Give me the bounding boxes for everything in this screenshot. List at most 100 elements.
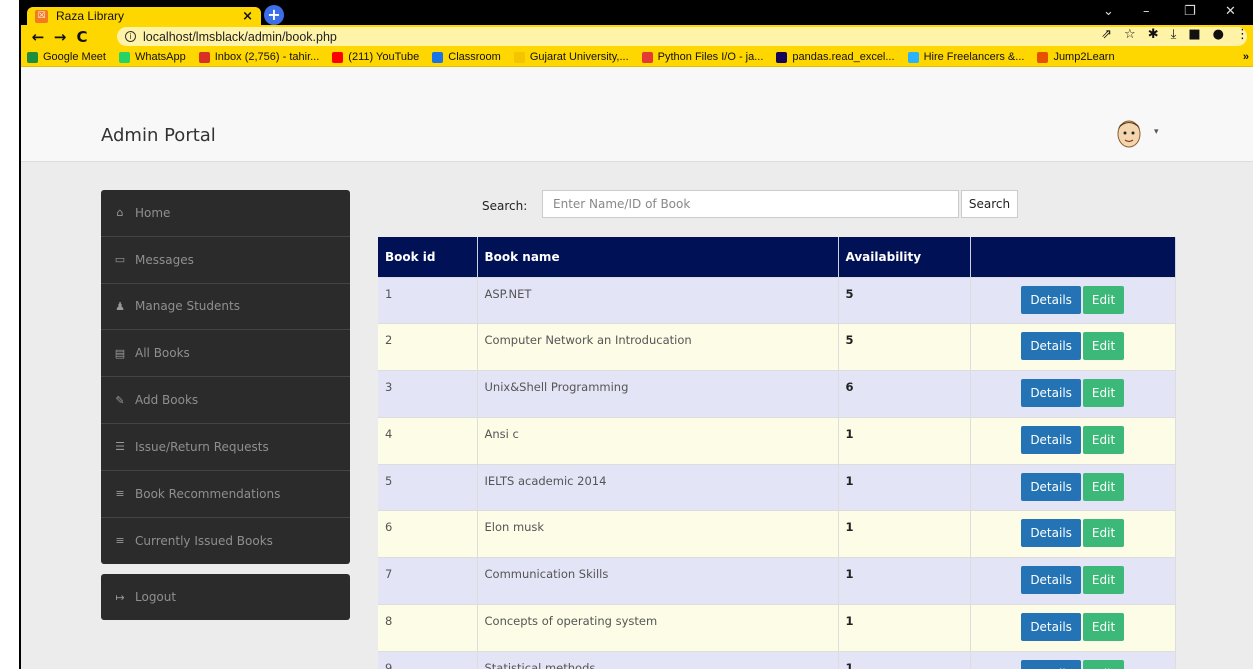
cell-book-id: 4 [378, 416, 478, 465]
tab-close-icon[interactable]: × [242, 9, 253, 24]
bookmark-item[interactable]: Classroom [432, 51, 501, 63]
table-row: 6 Elon musk 1 Details Edit [378, 510, 1176, 558]
bookmark-item[interactable]: pandas.read_excel... [776, 51, 895, 63]
bookmark-label: (211) YouTube [348, 51, 420, 63]
profile-icon[interactable]: ● [1213, 27, 1224, 42]
details-button[interactable]: Details [1021, 659, 1081, 669]
bookmark-star-icon[interactable]: ☆ [1124, 27, 1136, 42]
bookmark-item[interactable]: (211) YouTube [332, 51, 419, 63]
cell-book-id: 8 [378, 604, 478, 652]
details-button[interactable]: Details [1021, 332, 1081, 361]
bookmarks-bar: Google Meet WhatsApp Inbox (2,756) - tahir… [21, 48, 1253, 67]
details-button[interactable]: Details [1021, 613, 1081, 642]
browser-toolbar: ← → C i localhost/lmsblack/admin/book.ph… [21, 25, 1253, 48]
bookmark-favicon-icon [1037, 51, 1049, 63]
bookmark-item[interactable]: Jump2Learn [1037, 51, 1115, 63]
table-row: 9Statistical methods1DetailsEdit [378, 650, 1176, 669]
forward-icon[interactable]: → [49, 28, 71, 46]
minimize-icon[interactable]: – [1143, 4, 1150, 19]
edit-button[interactable]: Edit [1082, 519, 1125, 548]
bookmark-item[interactable]: WhatsApp [118, 51, 186, 63]
edit-button[interactable]: Edit [1082, 613, 1125, 642]
cell-availability: 1 [838, 510, 971, 558]
details-button[interactable]: Details [1021, 285, 1081, 314]
table-row: 7 Communication Skills 1 Details Edit [378, 557, 1176, 605]
tab-raza-library[interactable]: ☒ Raza Library × [27, 7, 261, 25]
bookmark-favicon-icon [118, 51, 130, 63]
brand-title[interactable]: Admin Portal [101, 125, 216, 146]
back-icon[interactable]: ← [27, 28, 49, 46]
edit-button[interactable]: Edit [1082, 425, 1125, 454]
sidebar-item-manage-students[interactable]: ♟ Manage Students [101, 284, 350, 331]
browser-menu-icon[interactable]: ⋮ [1236, 27, 1249, 42]
table-row: 1 ASP.NET 5 Details Edit [378, 276, 1176, 324]
cell-book-id: 5 [378, 463, 478, 511]
new-tab-button[interactable]: + [264, 5, 284, 25]
address-url: localhost/lmsblack/admin/book.php [143, 29, 337, 44]
edit-button[interactable]: Edit [1082, 659, 1125, 669]
cell-availability: 1 [838, 416, 971, 465]
sidebar-item-issue-return-requests[interactable]: ☰ Issue/Return Requests [101, 424, 350, 471]
close-window-icon[interactable]: ✕ [1225, 4, 1236, 19]
sidebar-item-add-books[interactable]: ✎ Add Books [101, 377, 350, 424]
sidebar-item-logout[interactable]: ↦ Logout [101, 574, 350, 620]
sidebar-menu: ⌂ Home ▭ Messages ♟ Manage Students ▤ All Books… [101, 190, 350, 565]
site-info-icon[interactable]: i [125, 31, 136, 42]
cell-book-name: Elon musk [477, 510, 839, 558]
table-row: 2 Computer Network an Introducation 5 Detai… [378, 323, 1176, 371]
cell-availability: 1 [838, 557, 971, 605]
bookmark-item[interactable]: Python Files I/O - ja... [641, 51, 763, 63]
cell-actions: DetailsEdit [970, 323, 1176, 371]
search-input[interactable] [542, 190, 959, 218]
bookmark-item[interactable]: Hire Freelancers &... [907, 51, 1024, 63]
bookmark-item[interactable]: Google Meet [27, 51, 106, 63]
sidebar-item-currently-issued-books[interactable]: ≡ Currently Issued Books [101, 518, 350, 565]
cell-availability: 5 [838, 323, 971, 371]
sidebar-item-home[interactable]: ⌂ Home [101, 190, 350, 237]
downloads-icon[interactable]: ⤓ [1171, 27, 1177, 42]
sidebar-item-icon: ☰ [115, 440, 125, 454]
details-button[interactable]: Details [1021, 379, 1081, 408]
user-menu-caret-icon[interactable]: ▾ [1154, 127, 1159, 137]
bookmark-item[interactable]: Gujarat University,... [513, 51, 629, 63]
edit-button[interactable]: Edit [1082, 332, 1125, 361]
cell-book-name: Computer Network an Introducation [477, 323, 839, 371]
user-avatar-icon[interactable] [1114, 117, 1144, 149]
sidebar-item-label: Add Books [135, 393, 199, 408]
edit-button[interactable]: Edit [1082, 379, 1125, 408]
table-row: 5 IELTS academic 2014 1 Details Edit [378, 463, 1176, 511]
cell-availability: 1 [838, 604, 971, 652]
details-button[interactable]: Details [1021, 472, 1081, 501]
bookmark-favicon-icon [198, 51, 210, 63]
edit-button[interactable]: Edit [1082, 285, 1125, 314]
details-button[interactable]: Details [1021, 425, 1081, 454]
address-bar[interactable]: i localhost/lmsblack/admin/book.php [117, 27, 1247, 46]
cell-book-id: 6 [378, 510, 478, 558]
bookmarks-overflow-icon[interactable]: » [1243, 51, 1249, 63]
share-icon[interactable]: ⇗ [1101, 27, 1112, 42]
sidebar-item-book-recommendations[interactable]: ≡ Book Recommendations [101, 471, 350, 518]
bookmark-favicon-icon [641, 51, 653, 63]
tab-search-chevron-icon[interactable]: ⌄ [1103, 4, 1114, 19]
reload-icon[interactable]: C [71, 28, 93, 46]
edit-button[interactable]: Edit [1082, 472, 1125, 501]
search-button[interactable]: Search [961, 190, 1018, 218]
bookmark-item[interactable]: Inbox (2,756) - tahir... [198, 51, 319, 63]
details-button[interactable]: Details [1021, 519, 1081, 548]
extensions-icon[interactable]: ✱ [1148, 27, 1159, 42]
cell-book-name: Ansi c [477, 416, 839, 465]
sidebar-item-all-books[interactable]: ▤ All Books [101, 330, 350, 378]
details-button[interactable]: Details [1021, 566, 1081, 595]
cell-actions: DetailsEdit [970, 463, 1176, 511]
toolbar-icons: ⇗ ☆ ✱ ⤓ ■ ● ⋮ [1101, 27, 1249, 42]
edit-button[interactable]: Edit [1082, 566, 1125, 595]
restore-icon[interactable]: ❐ [1184, 4, 1196, 19]
side-panel-icon[interactable]: ■ [1188, 27, 1200, 42]
bookmark-favicon-icon [513, 51, 525, 63]
sidebar-item-label: Manage Students [135, 299, 240, 314]
header-actions [970, 237, 1176, 277]
cell-availability: 1 [838, 463, 971, 511]
cell-book-name: Statistical methods [477, 650, 839, 669]
sidebar-item-messages[interactable]: ▭ Messages [101, 237, 350, 284]
cell-book-name: Communication Skills [477, 557, 839, 605]
